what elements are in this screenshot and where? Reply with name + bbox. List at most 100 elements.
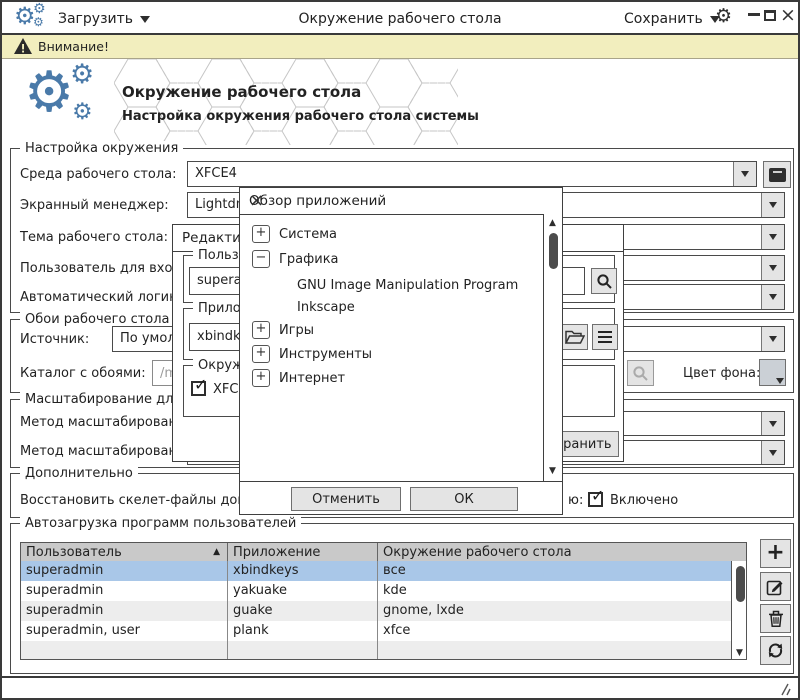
chevron-down-icon bbox=[769, 336, 777, 342]
edit-app-browse-button[interactable] bbox=[561, 324, 588, 350]
ok-button[interactable]: ОК bbox=[410, 487, 518, 511]
chevron-down-icon bbox=[776, 378, 784, 384]
refresh-icon bbox=[766, 641, 785, 660]
tree-item-internet[interactable]: + Интернет bbox=[252, 369, 345, 387]
settings-gear-button[interactable]: ⚙ bbox=[715, 7, 732, 26]
app-header: ⚙ ⚙ ⚙ Окружение рабочего стола Настройка… bbox=[2, 59, 798, 145]
cell-env: gnome, lxde bbox=[378, 601, 731, 621]
expand-plus-icon[interactable]: + bbox=[252, 225, 270, 243]
cell-user: superadmin bbox=[21, 581, 228, 601]
resize-grip[interactable] bbox=[772, 682, 792, 697]
desktop-env-label: Среда рабочего стола: bbox=[20, 167, 177, 182]
chevron-down-icon bbox=[769, 265, 777, 271]
add-autostart-button[interactable]: + bbox=[760, 539, 791, 568]
close-button[interactable]: × bbox=[780, 4, 796, 26]
plus-icon: + bbox=[766, 540, 784, 565]
maximize-button[interactable] bbox=[764, 10, 776, 21]
edit-user-search-button[interactable] bbox=[591, 268, 617, 294]
scaling-method2-dropdown-button[interactable] bbox=[761, 441, 784, 464]
cell-env: все bbox=[378, 561, 731, 581]
header-gear-top-icon: ⚙ bbox=[70, 61, 94, 88]
desktop-env-packages-button[interactable] bbox=[763, 161, 791, 188]
tree-item-igry[interactable]: + Игры bbox=[252, 321, 314, 339]
column-header-user[interactable]: Пользователь ▲ bbox=[21, 543, 228, 561]
autologin-dropdown-button[interactable] bbox=[761, 285, 784, 309]
tree-item-instrumenty[interactable]: + Инструменты bbox=[252, 345, 372, 363]
warning-text: Внимание! bbox=[38, 39, 109, 54]
magnifier-disabled-icon bbox=[632, 365, 649, 382]
cancel-button[interactable]: Отменить bbox=[291, 487, 401, 511]
cell-env: xfce bbox=[378, 621, 731, 641]
autostart-table: Пользователь ▲ Приложение Окружение рабо… bbox=[20, 542, 747, 660]
app-browser-dialog: Обзор приложений × + Система − Графика G… bbox=[239, 187, 563, 515]
table-row[interactable]: superadmin yakuake kde bbox=[21, 581, 731, 601]
scrollbar-thumb[interactable] bbox=[736, 566, 745, 602]
restore-skel-label-end: ю: bbox=[568, 493, 583, 508]
scaling-method1-dropdown-button[interactable] bbox=[761, 412, 784, 435]
tree-item-gimp[interactable]: GNU Image Manipulation Program bbox=[297, 278, 518, 293]
hamburger-menu-icon bbox=[598, 331, 612, 344]
tree-item-label[interactable]: Система bbox=[279, 227, 337, 242]
page-title: Окружение рабочего стола bbox=[122, 83, 361, 101]
chevron-down-icon bbox=[769, 234, 777, 240]
tree-item-label[interactable]: Графика bbox=[279, 252, 339, 267]
tree-item-grafika[interactable]: − Графика bbox=[252, 250, 339, 268]
login-user-label: Пользователь для входа bbox=[20, 261, 189, 276]
tree-item-label[interactable]: Интернет bbox=[279, 371, 345, 386]
expand-plus-icon[interactable]: + bbox=[252, 369, 270, 387]
edit-app-menu-button[interactable] bbox=[592, 324, 618, 350]
minimize-button[interactable] bbox=[748, 13, 760, 16]
login-user-dropdown-button[interactable] bbox=[761, 256, 784, 280]
chevron-down-icon bbox=[769, 294, 777, 300]
column-header-app[interactable]: Приложение bbox=[228, 543, 378, 561]
table-row[interactable]: superadmin guake gnome, lxde bbox=[21, 601, 731, 621]
scroll-up-icon[interactable]: ▲ bbox=[549, 219, 556, 228]
desktop-theme-label: Тема рабочего стола: bbox=[20, 230, 168, 245]
enabled-checkbox[interactable]: ✓ bbox=[588, 492, 603, 507]
collapse-minus-icon[interactable]: − bbox=[252, 250, 270, 268]
sort-asc-icon: ▲ bbox=[213, 547, 220, 557]
tree-item-label[interactable]: Игры bbox=[279, 323, 314, 338]
chevron-down-icon bbox=[769, 450, 777, 456]
column-header-env[interactable]: Окружение рабочего стола bbox=[378, 543, 747, 561]
desktop-theme-dropdown-button[interactable] bbox=[761, 225, 784, 249]
edit-env-xfce4-checkbox[interactable]: ✓ bbox=[191, 381, 206, 396]
expand-plus-icon[interactable]: + bbox=[252, 345, 270, 363]
table-row[interactable]: superadmin xbindkeys все bbox=[21, 561, 731, 581]
wallpaper-dir-search-button[interactable] bbox=[627, 360, 654, 386]
refresh-autostart-button[interactable] bbox=[760, 636, 791, 665]
column-header-user-label: Пользователь bbox=[26, 545, 122, 560]
desktop-env-combobox[interactable]: XFCE4 bbox=[187, 161, 757, 187]
edit-autostart-button[interactable] bbox=[760, 572, 791, 601]
scroll-down-icon[interactable]: ▼ bbox=[549, 467, 556, 476]
dialog-close-icon[interactable]: × bbox=[249, 190, 554, 211]
table-scrollbar[interactable]: ▼ bbox=[731, 561, 747, 660]
cell-user: superadmin, user bbox=[21, 621, 228, 641]
tree-item-label[interactable]: Инструменты bbox=[279, 347, 372, 362]
wallpaper-source-dropdown-button[interactable] bbox=[761, 327, 784, 351]
header-gear-big-icon: ⚙ bbox=[24, 65, 74, 121]
cell-empty bbox=[228, 641, 378, 660]
check-icon: ✓ bbox=[194, 375, 207, 394]
cell-app: xbindkeys bbox=[228, 561, 378, 581]
desktop-env-dropdown-button[interactable] bbox=[733, 162, 756, 186]
display-manager-dropdown-button[interactable] bbox=[761, 193, 784, 217]
delete-autostart-button[interactable] bbox=[760, 604, 791, 633]
save-button[interactable]: Сохранить bbox=[624, 9, 720, 29]
table-row[interactable]: superadmin, user plank xfce bbox=[21, 621, 731, 641]
scaling-method2-label: Метод масштабирования bbox=[20, 444, 193, 459]
scroll-down-icon[interactable]: ▼ bbox=[736, 649, 743, 658]
table-row-empty bbox=[21, 641, 731, 660]
cell-empty bbox=[378, 641, 731, 660]
edit-pencil-icon bbox=[766, 577, 785, 596]
scrollbar-thumb[interactable] bbox=[549, 233, 558, 269]
tree-item-sistema[interactable]: + Система bbox=[252, 225, 337, 243]
hexagon-pattern-decoration bbox=[114, 59, 458, 145]
bg-color-picker[interactable] bbox=[759, 359, 786, 386]
chevron-down-icon bbox=[741, 171, 749, 177]
tree-scrollbar[interactable]: ▲ ▼ bbox=[543, 214, 562, 481]
toolbar: ⚙ ⚙ ⚙ Загрузить Окружение рабочего стола… bbox=[2, 2, 798, 35]
bg-color-label: Цвет фона: bbox=[683, 366, 760, 381]
tree-item-inkscape[interactable]: Inkscape bbox=[297, 300, 355, 315]
expand-plus-icon[interactable]: + bbox=[252, 321, 270, 339]
